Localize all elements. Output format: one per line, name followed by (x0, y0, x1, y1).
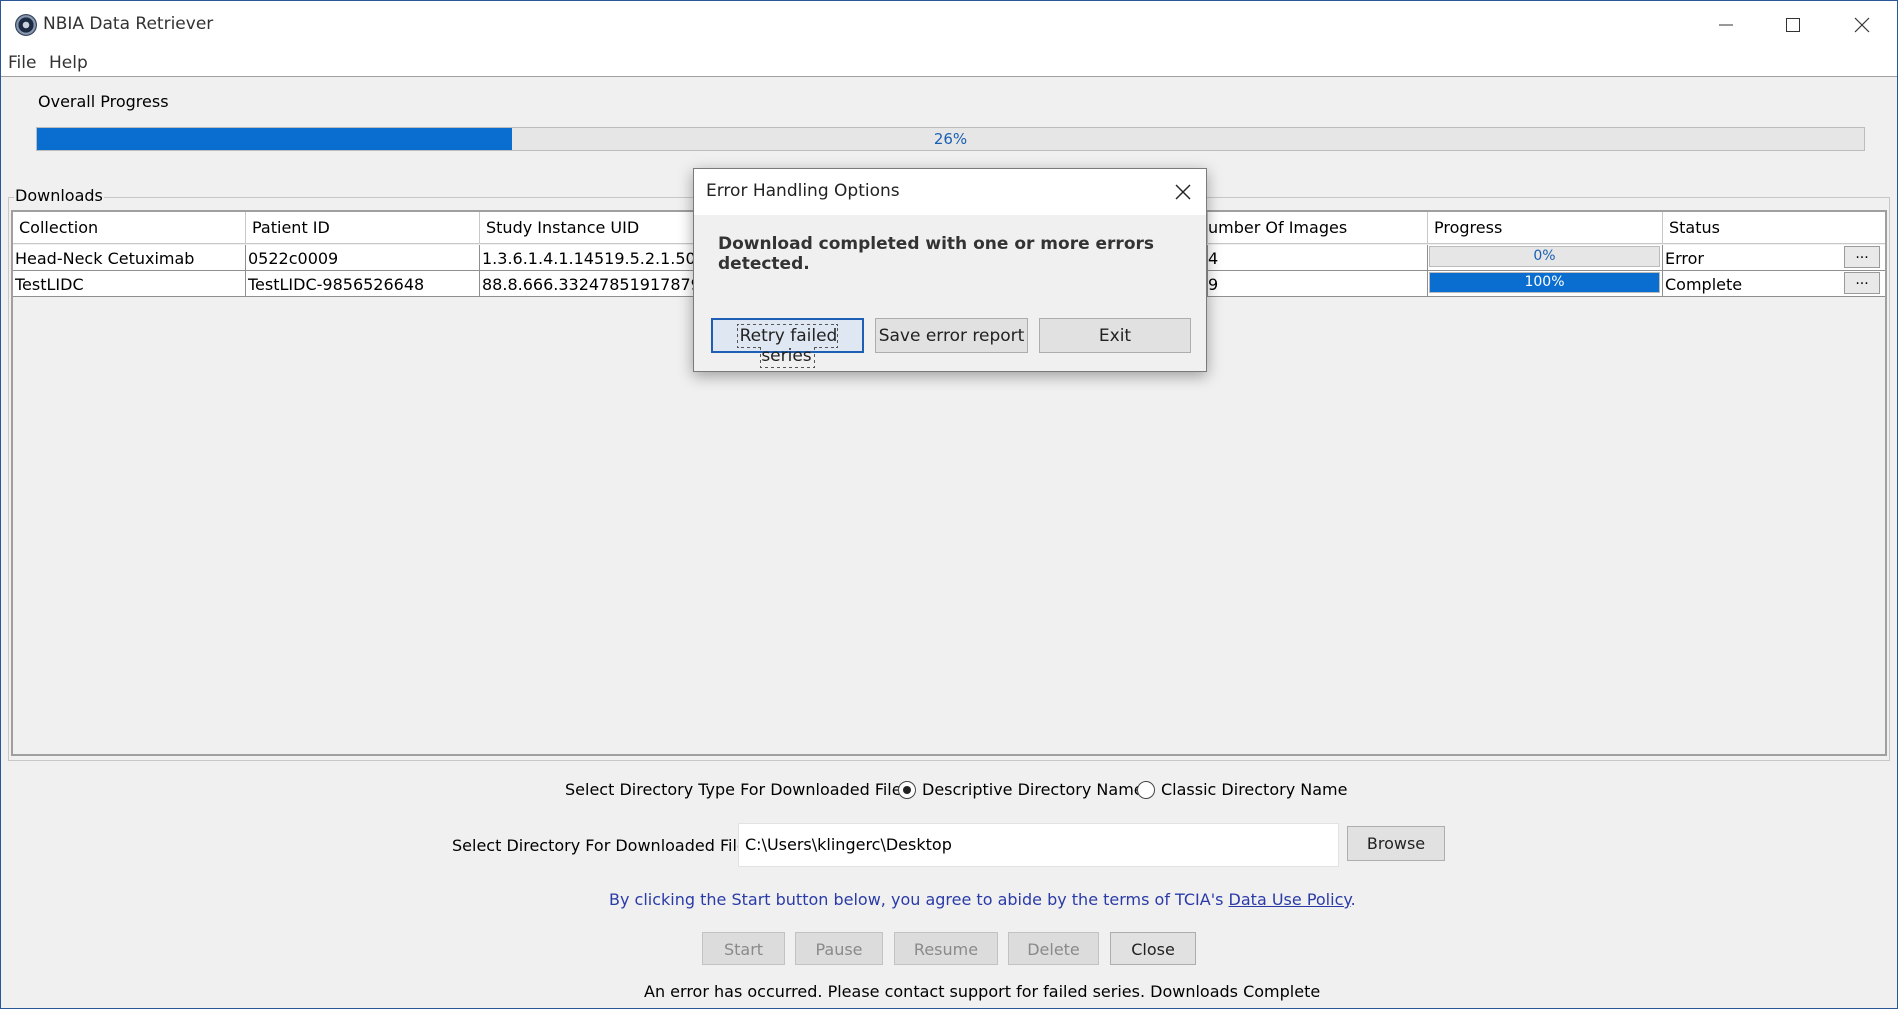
window-title: NBIA Data Retriever (43, 14, 214, 34)
agreement-suffix: . (1350, 890, 1356, 909)
app-window: NBIA Data Retriever File Help Overall Pr… (0, 0, 1898, 1009)
close-icon (1854, 17, 1870, 33)
cell-collection: TestLIDC (13, 271, 246, 296)
cell-patient-id: TestLIDC-9856526648 (246, 271, 480, 296)
title-bar: NBIA Data Retriever (1, 1, 1897, 49)
minimize-button[interactable] (1691, 1, 1761, 49)
downloads-label: Downloads (14, 186, 104, 205)
browse-button[interactable]: Browse (1347, 826, 1445, 861)
start-button[interactable]: Start (702, 932, 785, 965)
error-handling-dialog: Error Handling Options Download complete… (693, 168, 1207, 372)
row-details-button[interactable]: ... (1844, 272, 1880, 294)
close-button[interactable]: Close (1110, 932, 1196, 965)
dialog-message: Download completed with one or more erro… (718, 234, 1154, 274)
row-progress-text: 0% (1533, 248, 1556, 264)
radio-selected-dot (903, 786, 911, 794)
row-progress-bar: 0% (1429, 246, 1660, 267)
column-header-status[interactable]: Status (1663, 212, 1885, 244)
cell-study-uid: 1.3.6.1.4.1.14519.5.2.1.50. (480, 245, 714, 270)
exit-button[interactable]: Exit (1039, 318, 1191, 353)
maximize-icon (1786, 18, 1800, 32)
maximize-button[interactable] (1758, 1, 1828, 49)
minimize-icon (1719, 24, 1733, 26)
cell-number-of-images: 9 (1208, 271, 1428, 296)
menu-file[interactable]: File (8, 53, 36, 73)
cell-study-uid: 88.8.666.332478519178792. (480, 271, 714, 296)
overall-progress-bar: 26% (36, 127, 1865, 151)
row-progress-text: 100% (1524, 274, 1565, 290)
descriptive-directory-label[interactable]: Descriptive Directory Name (922, 780, 1144, 799)
nbia-app-icon (15, 14, 37, 36)
retry-button-label: Retry failed series (736, 324, 839, 368)
directory-type-label: Select Directory Type For Downloaded Fil… (565, 780, 916, 799)
radio-classic-directory[interactable] (1137, 781, 1155, 799)
row-progress-bar: 100% (1429, 272, 1660, 293)
close-window-button[interactable] (1827, 1, 1897, 49)
dialog-close-button[interactable] (1168, 177, 1198, 207)
status-message: An error has occurred. Please contact su… (644, 982, 1321, 1001)
directory-path-field[interactable]: C:\Users\klingerc\Desktop (738, 823, 1339, 867)
resume-button[interactable]: Resume (894, 932, 998, 965)
column-header-study-uid[interactable]: Study Instance UID (480, 212, 714, 244)
radio-descriptive-directory[interactable] (898, 781, 916, 799)
dialog-title-bar: Error Handling Options (694, 169, 1206, 215)
menu-help[interactable]: Help (49, 53, 88, 73)
column-header-number-of-images[interactable]: umber Of Images (1208, 212, 1428, 244)
overall-progress-text: 26% (933, 130, 968, 148)
column-header-patient-id[interactable]: Patient ID (246, 212, 480, 244)
cell-progress: 100% (1428, 271, 1663, 296)
cell-collection: Head-Neck Cetuximab (13, 245, 246, 270)
row-details-button[interactable]: ... (1844, 246, 1880, 268)
column-header-progress[interactable]: Progress (1428, 212, 1663, 244)
classic-directory-label[interactable]: Classic Directory Name (1161, 780, 1347, 799)
status-text: Error (1665, 249, 1704, 268)
cell-progress: 0% (1428, 245, 1663, 270)
close-icon (1175, 184, 1191, 200)
delete-button[interactable]: Delete (1008, 932, 1099, 965)
data-use-policy-link[interactable]: Data Use Policy (1229, 890, 1351, 909)
cell-patient-id: 0522c0009 (246, 245, 480, 270)
save-error-report-button[interactable]: Save error report (875, 318, 1028, 353)
overall-progress-label: Overall Progress (38, 92, 169, 111)
agreement-prefix: By clicking the Start button below, you … (609, 890, 1229, 909)
menu-bar: File Help (1, 49, 1897, 77)
directory-path-label: Select Directory For Downloaded Files: (452, 836, 761, 855)
dialog-title: Error Handling Options (706, 181, 900, 201)
pause-button[interactable]: Pause (795, 932, 883, 965)
retry-failed-series-button[interactable]: Retry failed series (711, 318, 864, 368)
cell-number-of-images: 4 (1208, 245, 1428, 270)
status-text: Complete (1665, 275, 1743, 294)
agreement-text: By clicking the Start button below, you … (609, 890, 1356, 909)
column-header-collection[interactable]: Collection (13, 212, 246, 244)
